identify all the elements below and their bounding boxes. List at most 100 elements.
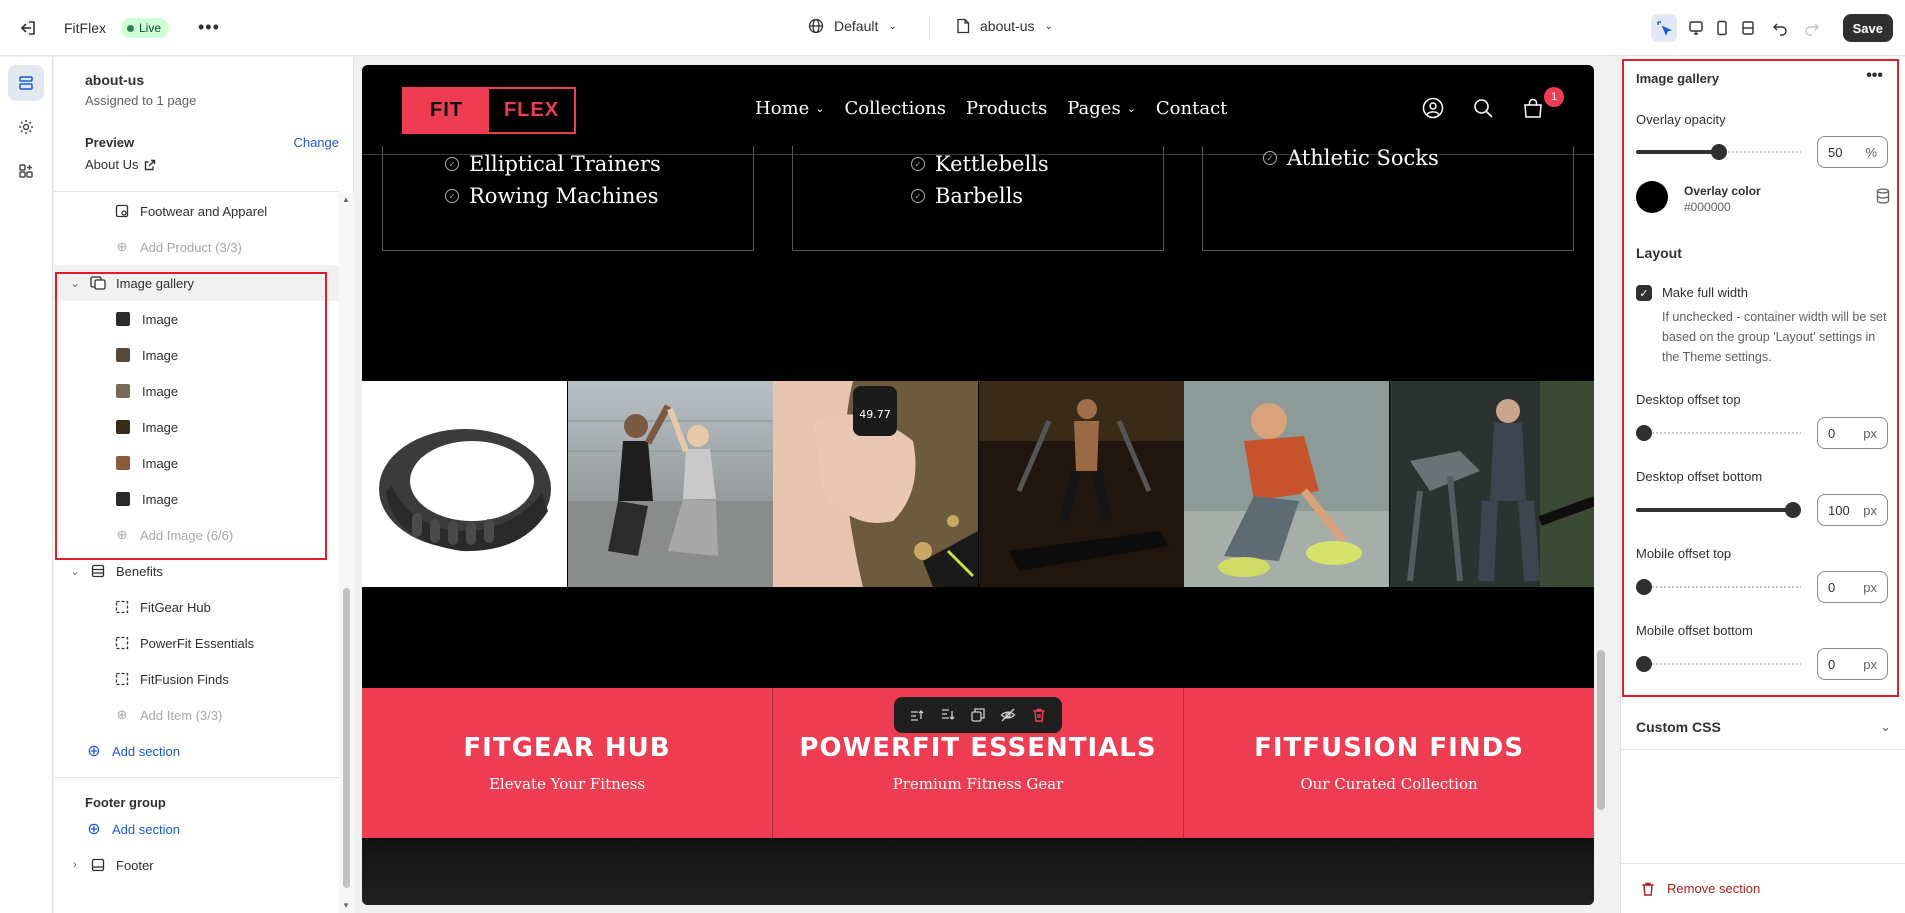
divider <box>54 777 339 778</box>
undo-icon[interactable] <box>1767 14 1793 42</box>
store-name[interactable]: FitFlex <box>64 20 106 36</box>
redo-icon[interactable] <box>1799 14 1825 42</box>
gallery-image-gym[interactable] <box>1389 381 1594 587</box>
nav-home[interactable]: Home ⌄ <box>755 98 824 119</box>
theme-select[interactable]: Default ⌄ <box>808 18 897 34</box>
list-item[interactable]: Footwear and Apparel <box>54 193 339 229</box>
mobile-offset-top-input[interactable]: 0 px <box>1817 571 1888 603</box>
account-icon[interactable] <box>1422 97 1444 119</box>
store-logo[interactable]: FIT FLEX <box>402 87 576 134</box>
benefit-item[interactable]: FitGear Hub <box>54 589 339 625</box>
search-icon[interactable] <box>1472 97 1494 119</box>
move-up-icon[interactable] <box>909 707 925 723</box>
chevron-right-icon[interactable]: › <box>68 859 82 871</box>
scrollbar-thumb[interactable] <box>343 588 350 888</box>
cart-icon[interactable] <box>1522 97 1544 119</box>
slider-handle[interactable] <box>1785 502 1801 518</box>
gallery-image-shoelace[interactable] <box>1184 381 1389 587</box>
full-width-checkbox[interactable]: ✓ <box>1636 285 1652 301</box>
section-footer[interactable]: › Footer <box>54 847 339 883</box>
gallery-image-highfive[interactable] <box>567 381 773 587</box>
desktop-view-icon[interactable] <box>1683 14 1709 42</box>
add-image-button[interactable]: ⊕ Add Image (6/6) <box>54 517 339 553</box>
benefit-item[interactable]: PowerFit Essentials <box>54 625 339 661</box>
benefit-title: FITFUSION FINDS <box>1254 733 1524 763</box>
section-image-gallery[interactable]: ⌄ Image gallery <box>54 265 339 301</box>
mobile-offset-bottom-input[interactable]: 0 px <box>1817 648 1888 680</box>
nav-contact[interactable]: Contact <box>1156 98 1227 119</box>
preview-scrollbar[interactable] <box>1595 57 1607 907</box>
benefit-column: FITGEAR HUB Elevate Your Fitness <box>362 688 773 838</box>
preview-page-link[interactable]: About Us <box>85 157 156 172</box>
scroll-up-icon[interactable]: ▲ <box>342 195 350 204</box>
scrollbar-thumb[interactable] <box>1597 650 1605 810</box>
check-icon: ✓ <box>1263 151 1277 165</box>
slider-handle[interactable] <box>1636 425 1652 441</box>
nav-collections[interactable]: Collections <box>844 98 946 119</box>
chevron-down-icon[interactable]: ⌄ <box>68 277 82 290</box>
change-link[interactable]: Change <box>293 135 339 150</box>
gallery-image-item[interactable]: Image <box>54 445 339 481</box>
duplicate-icon[interactable] <box>970 707 986 723</box>
add-section-button[interactable]: ⊕ Add section <box>54 733 339 769</box>
save-button[interactable]: Save <box>1842 14 1893 42</box>
add-product-button[interactable]: ⊕ Add Product (3/3) <box>54 229 339 265</box>
gallery-image-item[interactable]: Image <box>54 409 339 445</box>
sidebar-scrollbar[interactable]: ▲ ▼ <box>339 193 354 913</box>
image-gallery[interactable]: 49.77 <box>362 381 1594 587</box>
list-item: ✓ Rowing Machines <box>445 184 659 208</box>
desktop-offset-bottom-slider[interactable] <box>1636 502 1801 518</box>
page-select[interactable]: about-us ⌄ <box>956 18 1053 34</box>
nav-pages[interactable]: Pages ⌄ <box>1067 98 1136 119</box>
overlay-color-swatch[interactable] <box>1636 181 1668 213</box>
mobile-offset-bottom-slider[interactable] <box>1636 656 1801 672</box>
nav-products[interactable]: Products <box>966 98 1047 119</box>
add-item-button[interactable]: ⊕ Add Item (3/3) <box>54 697 339 733</box>
inspector-icon[interactable] <box>1650 14 1677 42</box>
more-actions-icon[interactable]: ••• <box>1866 67 1883 85</box>
chevron-down-icon[interactable]: ⌄ <box>68 565 82 578</box>
scroll-down-icon[interactable]: ▼ <box>342 901 350 910</box>
fullscreen-view-icon[interactable] <box>1735 14 1761 42</box>
move-down-icon[interactable] <box>940 707 956 723</box>
gallery-image-item[interactable]: Image <box>54 373 339 409</box>
desktop-offset-top-slider[interactable] <box>1636 425 1801 441</box>
desktop-offset-bottom-input[interactable]: 100 px <box>1817 494 1888 526</box>
desktop-offset-top-input[interactable]: 0 px <box>1817 417 1888 449</box>
slider-handle[interactable] <box>1711 144 1727 160</box>
add-item-label: Add Item (3/3) <box>140 707 223 723</box>
add-product-label: Add Product (3/3) <box>140 239 242 255</box>
preview-canvas[interactable]: FIT FLEX Home ⌄ Collections Products Page… <box>362 65 1594 905</box>
benefit-subtitle: Elevate Your Fitness <box>488 775 646 793</box>
gallery-image-item[interactable]: Image <box>54 481 339 517</box>
overlay-opacity-input[interactable]: 50 % <box>1817 136 1888 168</box>
slider-handle[interactable] <box>1636 656 1652 672</box>
remove-section-label: Remove section <box>1667 881 1761 896</box>
gallery-image-belt[interactable] <box>362 381 567 587</box>
more-actions-icon[interactable]: ••• <box>198 17 220 38</box>
gallery-image-item[interactable]: Image <box>54 337 339 373</box>
add-section-footer-button[interactable]: ⊕ Add section <box>54 811 339 847</box>
benefit-title: POWERFIT ESSENTIALS <box>799 733 1157 763</box>
mobile-offset-top-slider[interactable] <box>1636 579 1801 595</box>
remove-section-button[interactable]: Remove section <box>1621 863 1905 913</box>
gallery-image-treadmill[interactable] <box>978 381 1184 587</box>
mobile-view-icon[interactable] <box>1709 14 1735 42</box>
overlay-opacity-slider[interactable] <box>1636 144 1801 160</box>
sections-icon[interactable] <box>8 65 44 101</box>
overlay-color-value: #000000 <box>1684 200 1731 214</box>
input-unit: px <box>1863 425 1877 441</box>
theme-settings-icon[interactable] <box>8 109 44 145</box>
section-benefits[interactable]: ⌄ Benefits <box>54 553 339 589</box>
delete-icon[interactable] <box>1031 707 1047 723</box>
gallery-image-watch[interactable]: 49.77 <box>773 381 978 587</box>
custom-css-accordion[interactable]: Custom CSS ⌄ <box>1621 705 1905 750</box>
slider-handle[interactable] <box>1636 579 1652 595</box>
exit-icon[interactable] <box>18 18 38 38</box>
input-unit: px <box>1863 502 1877 518</box>
benefit-item[interactable]: FitFusion Finds <box>54 661 339 697</box>
apps-icon[interactable] <box>8 153 44 189</box>
dynamic-source-icon[interactable] <box>1876 188 1890 204</box>
gallery-image-item[interactable]: Image <box>54 301 339 337</box>
hide-icon[interactable] <box>1000 707 1016 723</box>
